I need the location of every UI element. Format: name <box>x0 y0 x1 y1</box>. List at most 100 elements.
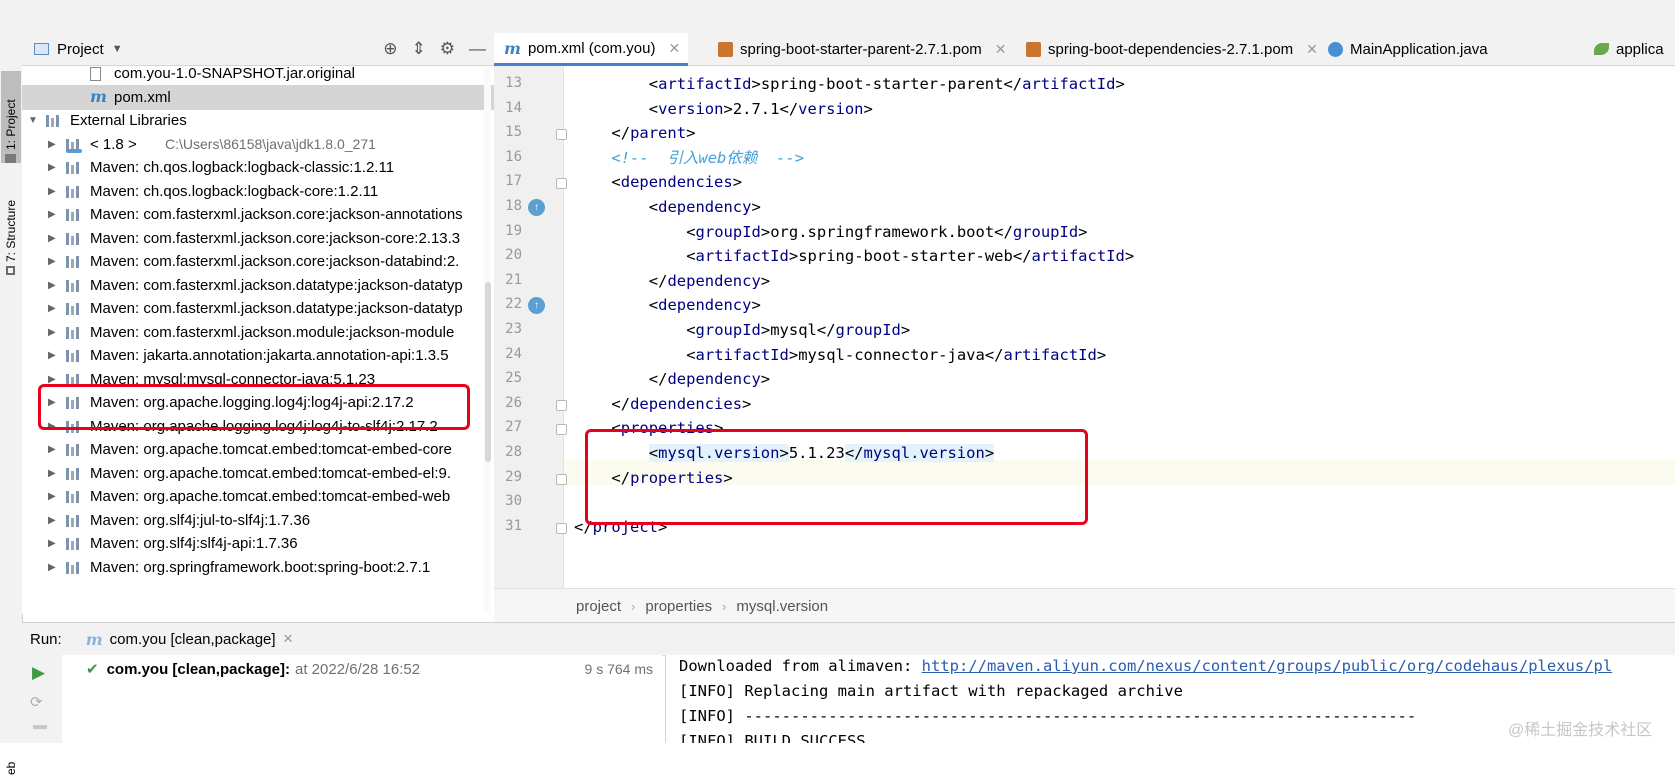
collapse-arrow-icon[interactable]: ▶ <box>48 538 56 549</box>
editor-tab[interactable]: MainApplication.java <box>1318 33 1496 65</box>
collapse-arrow-icon[interactable]: ▶ <box>48 515 56 526</box>
fold-marker-icon[interactable] <box>556 424 567 436</box>
close-icon[interactable]: ✕ <box>995 41 1007 58</box>
tag-bracket: > <box>723 99 733 118</box>
collapse-arrow-icon[interactable]: ▶ <box>48 468 56 479</box>
expand-arrow-icon[interactable]: ▼ <box>28 115 38 126</box>
collapse-arrow-icon[interactable]: ▶ <box>48 209 56 220</box>
project-view-selector[interactable]: Project ▼ <box>34 41 123 58</box>
code-line[interactable]: </dependency> <box>649 269 770 293</box>
tree-item[interactable]: ▶ Maven: com.fasterxml.jackson.core:jacks… <box>22 226 494 251</box>
collapse-arrow-icon[interactable]: ▶ <box>48 491 56 502</box>
code-line[interactable]: <artifactId>spring-boot-starter-web</art… <box>686 244 1134 268</box>
tag-name: groupId <box>695 222 761 241</box>
tree-item[interactable]: ▶ Maven: ch.qos.logback:logback-core:1.2.… <box>22 179 494 204</box>
code-line[interactable]: <dependency> <box>649 293 761 317</box>
tree-item-selected[interactable]: m pom.xml <box>22 84 494 110</box>
tag-bracket: </ <box>994 222 1013 241</box>
breadcrumb-mysql-version[interactable]: mysql.version <box>736 598 828 615</box>
tree-item[interactable]: ▶ Maven: com.fasterxml.jackson.datatype:j… <box>22 296 494 321</box>
code-line[interactable]: <dependencies> <box>611 170 742 194</box>
tree-item[interactable]: ▶ Maven: com.fasterxml.jackson.core:jacks… <box>22 249 494 274</box>
code-line[interactable]: </parent> <box>611 121 695 145</box>
gear-icon[interactable]: ⚙ <box>440 39 455 59</box>
project-tool-tab[interactable]: 1: Project <box>1 71 21 163</box>
editor-tab[interactable]: spring-boot-starter-parent-2.7.1.pom ✕ <box>708 33 1015 65</box>
dependency-gutter-icon[interactable]: ↑ <box>528 199 545 216</box>
tree-item[interactable]: ▼ External Libraries <box>22 108 494 133</box>
collapse-arrow-icon[interactable]: ▶ <box>48 256 56 267</box>
close-icon[interactable]: ✕ <box>668 40 680 57</box>
editor-tab-label: applica <box>1616 40 1664 58</box>
project-tree: com.you-1.0-SNAPSHOT.jar.original m pom.xm… <box>22 66 494 614</box>
run-tab[interactable]: m com.you [clean,package] ✕ <box>86 630 294 649</box>
code-line[interactable]: <dependency> <box>649 195 761 219</box>
fold-marker-icon[interactable] <box>556 473 567 485</box>
collapse-arrow-icon[interactable]: ▶ <box>48 350 56 361</box>
code-line[interactable]: <artifactId>mysql-connector-java</artifa… <box>686 343 1106 367</box>
editor-tab[interactable]: m pom.xml (com.you) ✕ <box>494 33 689 66</box>
collapse-arrow-icon[interactable]: ▶ <box>48 327 56 338</box>
tree-item[interactable]: ▶ Maven: com.fasterxml.jackson.core:jacks… <box>22 202 494 227</box>
collapse-all-icon[interactable]: ⇕ <box>412 39 426 59</box>
tree-item[interactable]: ▶ Maven: ch.qos.logback:logback-classic:1… <box>22 155 494 180</box>
collapse-arrow-icon[interactable]: ▶ <box>48 139 56 150</box>
tree-item[interactable]: com.you-1.0-SNAPSHOT.jar.original <box>22 66 494 86</box>
code-line[interactable]: <artifactId>spring-boot-starter-parent</… <box>649 72 1125 96</box>
close-icon[interactable]: ✕ <box>1306 41 1318 58</box>
code-line[interactable]: <groupId>org.springframework.boot</group… <box>686 220 1087 244</box>
tree-item[interactable]: ▶ < 1.8 > C:\Users\86158\java\jdk1.8.0_271 <box>22 132 494 157</box>
collapse-arrow-icon[interactable]: ▶ <box>48 162 56 173</box>
collapse-arrow-icon[interactable]: ▶ <box>48 280 56 291</box>
tree-item[interactable]: ▶ Maven: jakarta.annotation:jakarta.annot… <box>22 343 494 368</box>
collapse-arrow-icon[interactable]: ▶ <box>48 233 56 244</box>
code-line[interactable]: <!-- 引入web依赖 --> <box>611 146 804 170</box>
tree-item[interactable]: ▶ Maven: com.fasterxml.jackson.module:jac… <box>22 320 494 345</box>
code-line[interactable]: <groupId>mysql</groupId> <box>686 318 910 342</box>
tree-scrollbar-thumb[interactable] <box>485 282 491 462</box>
tag-bracket: > <box>760 222 771 241</box>
jar-file-icon <box>90 67 101 81</box>
tree-item[interactable]: ▶ Maven: org.apache.tomcat.embed:tomcat-e… <box>22 461 494 486</box>
collapse-arrow-icon[interactable]: ▶ <box>48 186 56 197</box>
tag-bracket: > <box>1115 75 1125 93</box>
run-task-row[interactable]: ✔ com.you [clean,package]: at 2022/6/28 … <box>86 658 656 680</box>
toggle-view-icon[interactable]: ⟳ <box>30 693 43 711</box>
breadcrumb-project[interactable]: project <box>576 598 621 615</box>
close-icon[interactable]: ✕ <box>283 631 294 647</box>
editor-tab[interactable]: applica <box>1584 33 1672 65</box>
tree-item-label: Maven: jakarta.annotation:jakarta.annota… <box>90 347 449 364</box>
tree-item[interactable]: ▶ Maven: org.apache.tomcat.embed:tomcat-e… <box>22 484 494 509</box>
fold-marker-icon[interactable] <box>556 522 567 534</box>
fold-marker-icon[interactable] <box>556 178 567 190</box>
line-number: 19 <box>505 222 522 239</box>
stop-icon[interactable] <box>33 725 47 729</box>
breadcrumb-properties[interactable]: properties <box>645 598 712 615</box>
collapse-arrow-icon[interactable]: ▶ <box>48 374 56 385</box>
tree-item[interactable]: ▶ Maven: org.slf4j:jul-to-slf4j:1.7.36 <box>22 508 494 533</box>
pom-file-icon <box>718 41 733 57</box>
rerun-icon[interactable]: ▶ <box>32 663 45 683</box>
structure-tool-tab[interactable]: 7: Structure <box>1 173 21 275</box>
tag-bracket: > <box>760 271 771 290</box>
fold-marker-icon[interactable] <box>556 129 567 141</box>
tree-item[interactable]: ▶ Maven: org.apache.tomcat.embed:tomcat-e… <box>22 437 494 462</box>
tag-name: artifactId <box>1022 75 1116 93</box>
collapse-arrow-icon[interactable]: ▶ <box>48 444 56 455</box>
code-line[interactable]: <version>2.7.1</version> <box>649 97 873 121</box>
code-line[interactable]: </dependencies> <box>611 392 751 416</box>
editor-tab[interactable]: spring-boot-dependencies-2.7.1.pom ✕ <box>1016 33 1326 65</box>
minimize-icon[interactable]: — <box>469 39 486 59</box>
web-tool-tab[interactable]: eb <box>1 745 21 775</box>
tag-bracket: </ <box>984 345 1004 364</box>
code-line[interactable]: </dependency> <box>649 367 770 391</box>
collapse-arrow-icon[interactable]: ▶ <box>48 303 56 314</box>
collapse-arrow-icon[interactable]: ▶ <box>48 562 56 573</box>
locate-icon[interactable]: ⊕ <box>383 39 397 59</box>
tree-item[interactable]: ▶ Maven: org.slf4j:slf4j-api:1.7.36 <box>22 531 494 556</box>
tree-item-label: Maven: ch.qos.logback:logback-core:1.2.1… <box>90 182 379 200</box>
fold-marker-icon[interactable] <box>556 399 567 411</box>
tree-item[interactable]: ▶ Maven: org.springframework.boot:spring-… <box>22 555 494 580</box>
tree-item[interactable]: ▶ Maven: com.fasterxml.jackson.datatype:j… <box>22 273 494 298</box>
line-number: 23 <box>505 321 522 337</box>
